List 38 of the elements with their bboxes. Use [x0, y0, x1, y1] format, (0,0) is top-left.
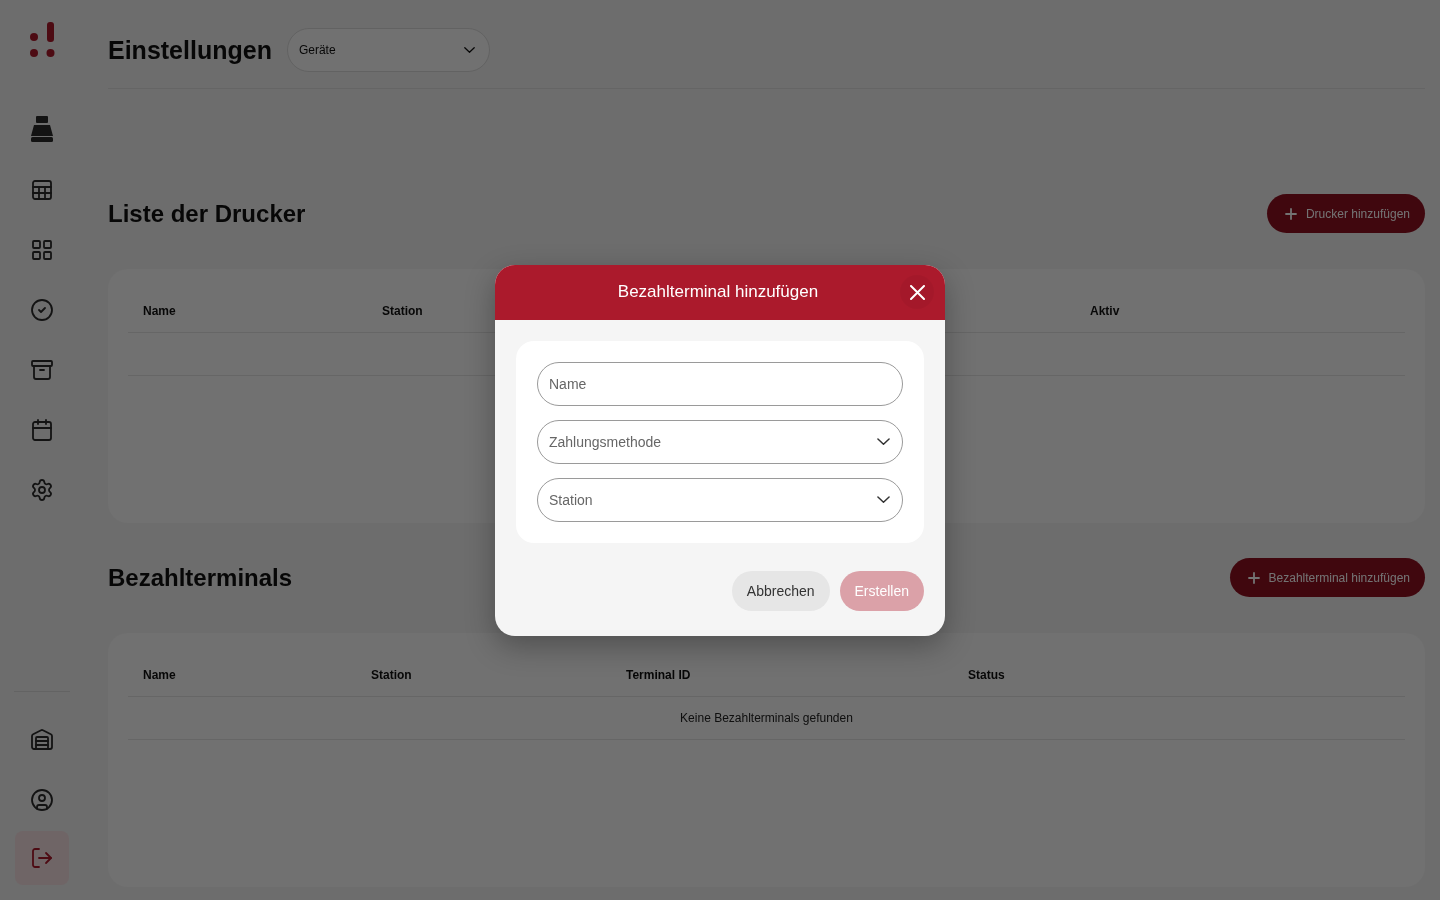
grid-icon[interactable] [29, 238, 54, 262]
cancel-button[interactable]: Abbrechen [731, 570, 830, 611]
warehouse-icon[interactable] [29, 728, 54, 752]
chevron-down-icon [877, 495, 890, 504]
page-title: Einstellungen [108, 35, 272, 65]
plus-icon [1247, 571, 1260, 584]
column-header: Aktiv [1090, 303, 1120, 318]
plus-icon [1284, 207, 1297, 220]
user-circle-icon[interactable] [29, 788, 54, 812]
logout-button[interactable] [14, 831, 69, 885]
cash-register-icon[interactable] [29, 116, 54, 142]
check-circle-icon[interactable] [29, 298, 54, 322]
empty-message: Keine Bezahlterminals gefunden [680, 711, 853, 725]
logo-icon [28, 22, 55, 58]
dialog-title: Bezahlterminal hinzufügen [616, 282, 820, 302]
column-header: Name [143, 667, 176, 682]
section-title: Liste der Drucker [108, 199, 306, 228]
column-header: Name [143, 303, 176, 318]
chevron-down-icon [463, 46, 475, 53]
category-select[interactable]: Geräte [286, 28, 490, 72]
column-header: Station [382, 303, 423, 318]
select-field[interactable]: Station [537, 477, 903, 522]
column-header: Station [371, 667, 412, 682]
select-field[interactable]: Zahlungsmethode [537, 419, 903, 464]
close-button[interactable] [900, 275, 934, 309]
add-button[interactable]: Drucker hinzufügen [1266, 194, 1425, 233]
table-icon[interactable] [29, 178, 54, 202]
column-header: Status [968, 667, 1005, 682]
chevron-down-icon [877, 437, 890, 446]
logout-icon [29, 846, 54, 870]
column-header: Terminal ID [626, 667, 691, 682]
settings-icon[interactable] [29, 478, 54, 502]
add-button[interactable]: Bezahlterminal hinzufügen [1229, 558, 1425, 597]
close-icon [909, 284, 925, 300]
name-input[interactable]: Name [537, 361, 903, 406]
archive-icon[interactable] [29, 358, 54, 382]
section-title: Bezahlterminals [108, 563, 293, 592]
calendar-icon[interactable] [29, 418, 54, 442]
